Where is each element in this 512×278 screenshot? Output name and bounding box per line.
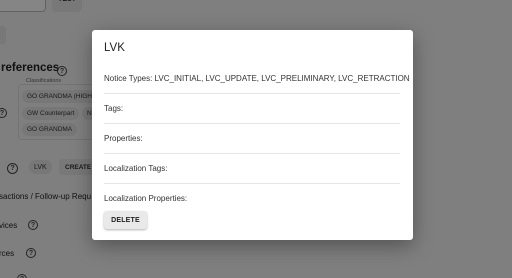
divider [104, 183, 400, 184]
dialog-title: LVK [104, 42, 125, 54]
notice-types-row: Notice Types: LVC_INITIAL, LVC_UPDATE, L… [104, 74, 410, 83]
divider [104, 123, 400, 124]
tags-row: Tags: [104, 104, 124, 113]
properties-row: Properties: [104, 134, 143, 143]
divider [104, 153, 400, 154]
lvk-dialog: LVK Notice Types: LVC_INITIAL, LVC_UPDAT… [92, 30, 413, 240]
localization-properties-row: Localization Properties: [104, 194, 188, 203]
delete-button[interactable]: DELETE [104, 211, 147, 229]
divider [104, 93, 400, 94]
localization-tags-row: Localization Tags: [104, 164, 168, 173]
